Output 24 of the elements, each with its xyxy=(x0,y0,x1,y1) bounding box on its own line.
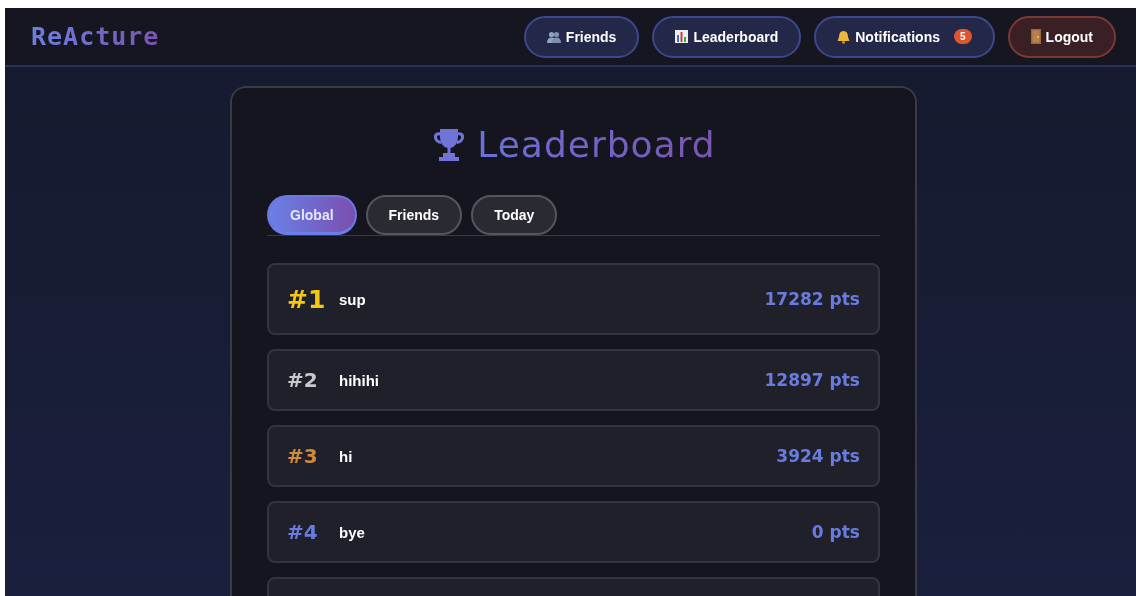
logout-nav-button[interactable]: Logout xyxy=(1007,15,1116,58)
filter-tab[interactable]: Today xyxy=(471,195,558,235)
player-points: 12897 pts xyxy=(764,370,860,390)
rank-label: #3 xyxy=(287,444,319,468)
notifications-nav-button[interactable]: Notifications 5 xyxy=(814,15,995,58)
player-name: hihihi xyxy=(339,371,379,389)
door-icon xyxy=(1030,29,1041,44)
people-icon xyxy=(546,30,561,43)
friends-nav-button[interactable]: Friends xyxy=(523,15,640,58)
bell-icon xyxy=(837,29,851,44)
leaderboard-nav-button[interactable]: Leaderboard xyxy=(652,15,802,58)
player-name: bye xyxy=(339,523,365,541)
filter-tab[interactable]: Friends xyxy=(365,195,463,235)
rank-label: #2 xyxy=(287,368,319,392)
player-name: hi xyxy=(339,447,353,465)
filter-tab[interactable]: Global xyxy=(267,195,357,235)
rank-label: #1 xyxy=(287,284,327,314)
player-points: 17282 pts xyxy=(764,289,860,309)
notification-count-badge: 5 xyxy=(954,29,972,44)
player-points: 0 pts xyxy=(811,522,860,542)
player-name: sup xyxy=(339,290,366,308)
player-points: 3924 pts xyxy=(776,446,860,466)
bar-chart-icon xyxy=(675,30,689,43)
rank-label: #4 xyxy=(287,520,319,544)
